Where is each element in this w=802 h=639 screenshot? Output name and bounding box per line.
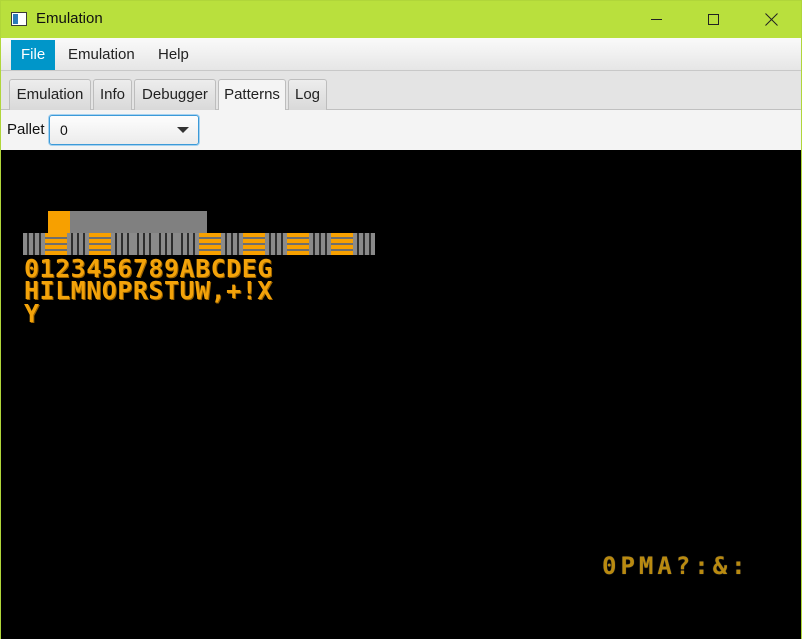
title-bar[interactable]: Emulation: [1, 1, 801, 38]
sprite-pattern-strip: 0PMA?:&:: [602, 552, 750, 580]
chevron-down-icon: [177, 127, 189, 133]
tab-patterns[interactable]: Patterns: [218, 79, 286, 111]
pattern-tile: [177, 233, 199, 255]
tab-bar: Emulation Info Debugger Patterns Log: [1, 71, 801, 111]
pattern-tile: [111, 233, 133, 255]
tab-info[interactable]: Info: [93, 79, 132, 110]
pattern-tile: [309, 233, 331, 255]
close-icon: [765, 13, 778, 26]
app-window: Emulation File Emulation Help Emulation …: [0, 0, 802, 639]
pattern-tile: [287, 233, 309, 255]
minimize-button[interactable]: [633, 1, 679, 38]
pattern-tile: [67, 233, 89, 255]
pallet-label: Pallet: [7, 121, 45, 138]
pattern-tile: [155, 233, 177, 255]
app-icon: [11, 12, 27, 26]
menu-bar: File Emulation Help: [1, 38, 801, 71]
pattern-tile: [243, 233, 265, 255]
menu-help[interactable]: Help: [148, 40, 199, 70]
pattern-tile: [265, 233, 287, 255]
pattern-canvas[interactable]: 0123456789ABCDEG HILMNOPRSTUW,+!X Y 0PMA…: [1, 150, 801, 639]
pattern-tile: [331, 233, 353, 255]
menu-emulation[interactable]: Emulation: [58, 40, 145, 70]
pattern-tile: [221, 233, 243, 255]
tab-log[interactable]: Log: [288, 79, 327, 110]
pallet-dropdown[interactable]: 0: [49, 115, 199, 145]
pattern-tile-block: [70, 211, 207, 235]
tab-emulation[interactable]: Emulation: [9, 79, 91, 110]
pattern-row-extra: Y: [24, 299, 40, 328]
menu-file[interactable]: File: [11, 40, 56, 70]
pallet-dropdown-value: 0: [60, 122, 68, 138]
maximize-icon: [707, 14, 719, 25]
pattern-row-symbols: [23, 233, 375, 255]
pattern-row-letters: HILMNOPRSTUW,+!X: [24, 276, 273, 305]
maximize-button[interactable]: [690, 1, 736, 38]
pattern-tile: [89, 233, 111, 255]
close-button[interactable]: [748, 1, 794, 38]
pattern-tile-highlight: [48, 211, 70, 235]
pattern-tile: [45, 233, 67, 255]
pallet-toolbar: Pallet 0: [1, 110, 801, 150]
pattern-tile: [133, 233, 155, 255]
minimize-icon: [650, 19, 662, 20]
pattern-tile: [23, 233, 45, 255]
tab-debugger[interactable]: Debugger: [134, 79, 216, 110]
window-title: Emulation: [36, 10, 103, 27]
pattern-tile: [199, 233, 221, 255]
pattern-tile: [353, 233, 375, 255]
